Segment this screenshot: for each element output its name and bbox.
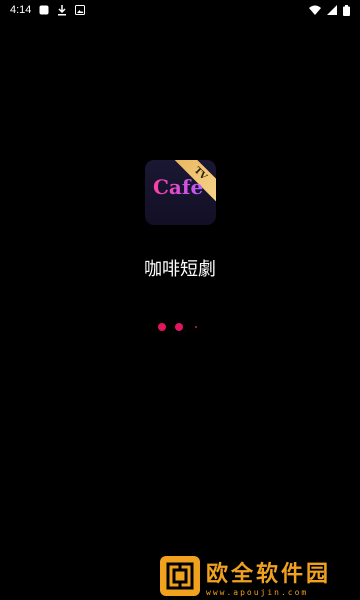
status-time: 4:14 — [10, 4, 32, 16]
logo-text: Cafe — [153, 175, 204, 199]
download-icon — [57, 4, 67, 16]
image-notification-icon — [75, 5, 86, 15]
status-left: 4:14 — [10, 4, 86, 16]
watermark: 欧全软件园 www.apoujin.com — [160, 552, 360, 600]
status-right — [309, 4, 350, 16]
app-name: 咖啡短劇 — [144, 259, 216, 280]
wifi-icon — [309, 5, 321, 15]
status-bar: 4:14 — [0, 0, 360, 20]
watermark-url: www.apoujin.com — [206, 587, 309, 597]
loading-dot — [195, 326, 197, 328]
signal-icon — [327, 5, 337, 15]
battery-icon — [343, 4, 350, 16]
watermark-title: 欧全软件园 — [206, 561, 332, 587]
loading-indicator — [155, 321, 205, 333]
app-logo-icon: TV Cafe — [145, 160, 216, 225]
loading-dot — [158, 323, 166, 331]
square-notification-icon — [39, 5, 49, 15]
loading-dot — [175, 323, 183, 331]
watermark-logo-icon — [160, 556, 200, 596]
watermark-text: 欧全软件园 www.apoujin.com — [206, 556, 331, 597]
